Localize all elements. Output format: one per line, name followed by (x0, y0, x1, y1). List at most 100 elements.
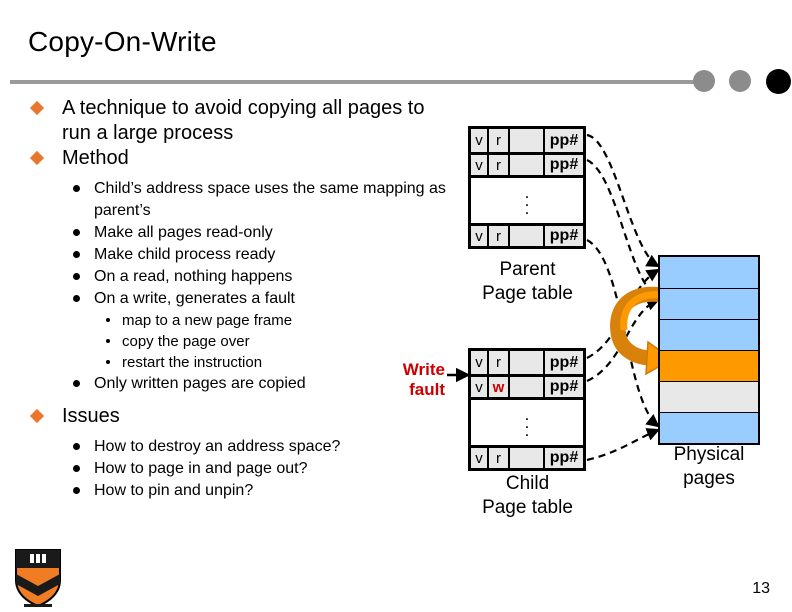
blank-cell (510, 448, 545, 468)
label-line-1: Parent (499, 259, 556, 280)
round-bullet-icon (73, 487, 80, 494)
connector-parent-row1 (586, 133, 660, 268)
bullet-item-method: Method Child’s address space uses the sa… (26, 146, 456, 395)
connector-child-row2 (586, 297, 661, 382)
valid-bit-cell: v (471, 377, 489, 397)
bullet-item-destroy-address-space: How to destroy an address space? (66, 436, 456, 458)
child-page-table: v r pp# v w pp# ... v r pp# (468, 348, 586, 471)
bullet-item-technique: A technique to avoid copying all pages t… (26, 96, 456, 146)
table-row: v r pp# (471, 152, 583, 175)
frame-number-cell: pp# (549, 131, 579, 149)
bullet-text: Issues (62, 405, 120, 427)
round-bullet-icon (73, 465, 80, 472)
table-row-ellipsis: ... (471, 397, 583, 445)
decorative-dot-2 (729, 70, 751, 92)
round-bullet-icon (73, 229, 80, 236)
blank-cell (510, 351, 545, 374)
slide-canvas: Copy-On-Write A technique to avoid copyi… (0, 0, 792, 612)
bullet-text: How to page in and page out? (94, 460, 308, 477)
table-row: v r pp# (471, 351, 583, 374)
bullet-text: Child’s address space uses the same mapp… (94, 180, 446, 219)
protection-bit-cell: r (489, 226, 510, 246)
label-line-2: pages (683, 468, 735, 489)
child-page-table-label: Child Page table (455, 472, 600, 520)
parent-page-table: v r pp# v r pp# ... v r pp# (468, 126, 586, 249)
blank-cell (510, 129, 545, 152)
frame-number-cell: pp# (549, 378, 579, 395)
label-line-2: Page table (482, 283, 573, 304)
protection-bit-cell: r (489, 448, 510, 468)
frame-number-cell: pp# (549, 353, 579, 371)
diamond-bullet-icon (29, 100, 45, 116)
bullet-item-read-only: Make all pages read-only (66, 222, 456, 244)
bullet-item-page-in-out: How to page in and page out? (66, 458, 456, 480)
vertical-ellipsis-icon: ... (524, 182, 530, 218)
bullet-text: Method (62, 147, 129, 169)
parent-page-table-label: Parent Page table (455, 258, 600, 306)
bullet-text: restart the instruction (122, 354, 263, 371)
bullet-text: How to destroy an address space? (94, 438, 341, 455)
bullet-item-on-read: On a read, nothing happens (66, 266, 456, 288)
round-bullet-icon (73, 295, 80, 302)
bullet-text: On a read, nothing happens (94, 268, 293, 285)
bullet-item-child-address-space: Child’s address space uses the same mapp… (66, 178, 456, 222)
bullet-text: Make child process ready (94, 246, 276, 263)
blank-cell (510, 155, 545, 175)
valid-bit-cell: v (471, 351, 489, 374)
dot-bullet-icon (106, 318, 110, 322)
round-bullet-icon (73, 185, 80, 192)
bullet-item-child-ready: Make child process ready (66, 244, 456, 266)
frame-number-cell: pp# (549, 227, 579, 244)
write-fault-label: Write fault (365, 360, 445, 400)
bullet-text: copy the page over (122, 333, 250, 350)
blank-cell (510, 377, 545, 397)
write-fault-line-1: Write (402, 360, 445, 379)
bullet-text: Make all pages read-only (94, 224, 273, 241)
table-row: v r pp# (471, 445, 583, 468)
decorative-dot-3 (766, 69, 791, 94)
protection-bit-cell: r (489, 351, 510, 374)
diamond-bullet-icon (29, 408, 45, 424)
table-row-write-fault: v w pp# (471, 374, 583, 397)
physical-pages-label: Physical pages (648, 443, 770, 491)
bullet-item-issues: Issues How to destroy an address space? … (26, 404, 456, 502)
table-row: v r pp# (471, 129, 583, 152)
round-bullet-icon (73, 443, 80, 450)
protection-bit-cell-writable: w (489, 377, 510, 397)
bullet-item-copy-page: copy the page over (100, 331, 456, 352)
bullet-text: Only written pages are copied (94, 375, 306, 392)
label-line-1: Child (505, 473, 550, 494)
physical-page-row (660, 257, 758, 288)
decorative-dot-1 (693, 70, 715, 92)
physical-page-row (660, 412, 758, 443)
title-divider (10, 80, 700, 84)
bullet-text: map to a new page frame (122, 312, 293, 329)
valid-bit-cell: v (471, 226, 489, 246)
valid-bit-cell: v (471, 155, 489, 175)
physical-page-row-free (660, 381, 758, 412)
round-bullet-icon (73, 251, 80, 258)
physical-page-row (660, 288, 758, 319)
princeton-shield-logo (10, 544, 66, 608)
bullet-item-pin-unpin: How to pin and unpin? (66, 480, 456, 502)
physical-pages-block (658, 255, 760, 445)
round-bullet-icon (73, 380, 80, 387)
slide-body: A technique to avoid copying all pages t… (26, 96, 456, 502)
page-number: 13 (752, 580, 770, 597)
valid-bit-cell: v (471, 448, 489, 468)
label-line-1: Physical (673, 444, 745, 465)
page-title: Copy-On-Write (28, 26, 217, 57)
protection-bit-cell: r (489, 129, 510, 152)
label-line-2: Page table (482, 497, 573, 518)
blank-cell (510, 226, 545, 246)
bullet-text: On a write, generates a fault (94, 290, 295, 307)
table-row: v r pp# (471, 223, 583, 246)
dot-bullet-icon (106, 339, 110, 343)
protection-bit-cell: r (489, 155, 510, 175)
bullet-item-map-new-frame: map to a new page frame (100, 310, 456, 331)
bullet-list-level2-issues: How to destroy an address space? How to … (66, 436, 456, 502)
valid-bit-cell: v (471, 129, 489, 152)
round-bullet-icon (73, 273, 80, 280)
table-row-ellipsis: ... (471, 175, 583, 223)
frame-number-cell: pp# (549, 156, 579, 173)
